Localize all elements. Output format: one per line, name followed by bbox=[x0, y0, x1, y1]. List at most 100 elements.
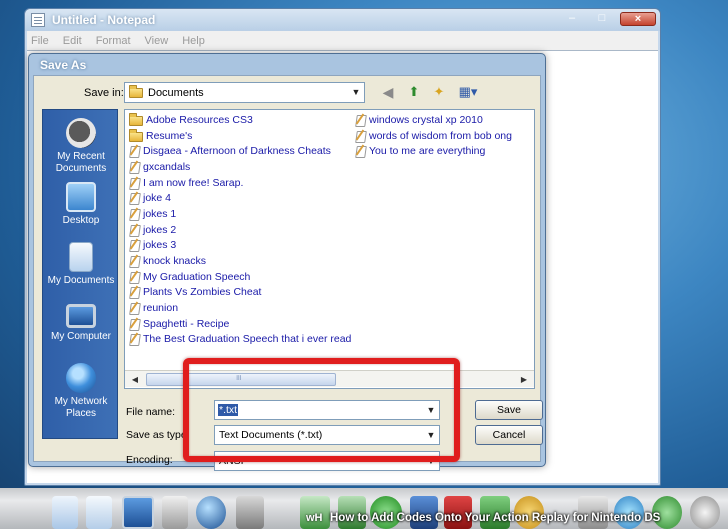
app-dock-icon[interactable] bbox=[690, 496, 720, 529]
file-name: You to me are everything bbox=[369, 145, 486, 158]
folder-icon bbox=[129, 113, 143, 127]
file-name: windows crystal xp 2010 bbox=[369, 113, 483, 126]
list-item[interactable]: jokes 3 bbox=[129, 238, 351, 254]
documents-dock-icon[interactable] bbox=[52, 496, 78, 529]
text-file-icon bbox=[129, 224, 140, 236]
file-name: jokes 3 bbox=[143, 239, 177, 252]
text-file-icon bbox=[129, 145, 140, 157]
list-item[interactable]: Disgaea - Afternoon of Darkness Cheats bbox=[129, 143, 351, 159]
text-file-icon bbox=[129, 286, 140, 298]
place-my-recent-documents[interactable]: My Recent Documents bbox=[43, 118, 119, 175]
file-name: reunion bbox=[143, 302, 179, 315]
list-item[interactable]: jokes 1 bbox=[129, 206, 351, 222]
file-name: Adobe Resources CS3 bbox=[146, 113, 253, 126]
menu-help[interactable]: Help bbox=[182, 35, 205, 47]
list-item[interactable]: joke 4 bbox=[129, 190, 351, 206]
chevron-down-icon[interactable]: ▼ bbox=[348, 83, 364, 102]
article-caption: How to Add Codes Onto Your Action Replay… bbox=[330, 512, 661, 524]
file-name: The Best Graduation Speech that i ever r… bbox=[143, 333, 352, 346]
place-label: My Recent Documents bbox=[55, 151, 107, 174]
globe-dock-icon[interactable] bbox=[196, 496, 226, 529]
text-file-icon bbox=[129, 271, 140, 283]
place-label: My Network Places bbox=[54, 396, 108, 419]
highlight-box bbox=[183, 358, 460, 462]
save-button[interactable]: Save bbox=[475, 400, 543, 420]
text-file-icon bbox=[129, 192, 140, 204]
minimize-button[interactable]: – bbox=[560, 12, 584, 26]
maximize-button[interactable]: □ bbox=[590, 12, 614, 26]
list-item[interactable]: words of wisdom from bob ong bbox=[355, 128, 512, 144]
view-menu-icon[interactable]: ▦▾ bbox=[456, 83, 480, 101]
place-desktop[interactable]: Desktop bbox=[43, 182, 119, 227]
dialog-title: Save As bbox=[40, 58, 87, 72]
list-item[interactable]: My Graduation Speech bbox=[129, 269, 351, 285]
file-name: knock knacks bbox=[143, 255, 207, 268]
list-item[interactable]: knock knacks bbox=[129, 253, 351, 269]
menu-bar: File Edit Format View Help bbox=[27, 31, 658, 50]
notepad-icon bbox=[31, 13, 45, 27]
menu-format[interactable]: Format bbox=[96, 35, 131, 47]
network-places-icon bbox=[66, 363, 96, 393]
back-icon[interactable]: ◀ bbox=[380, 83, 396, 101]
file-name: Plants Vs Zombies Cheat bbox=[143, 286, 262, 299]
text-file-icon bbox=[129, 239, 140, 251]
file-name: gxcandals bbox=[143, 160, 191, 173]
place-my-computer[interactable]: My Computer bbox=[43, 304, 119, 343]
list-item[interactable]: I am now free! Sarap. bbox=[129, 175, 351, 191]
file-list[interactable]: Adobe Resources CS3 Resume's Disgaea - Aft… bbox=[124, 109, 535, 389]
my-computer-icon bbox=[66, 304, 96, 328]
text-file-icon bbox=[129, 333, 140, 345]
list-item[interactable]: The Best Graduation Speech that i ever r… bbox=[129, 332, 351, 348]
new-folder-icon[interactable]: ✦ bbox=[430, 83, 448, 101]
close-button[interactable]: × bbox=[620, 12, 656, 26]
tools-dock-icon[interactable] bbox=[236, 496, 264, 529]
list-item[interactable]: windows crystal xp 2010 bbox=[355, 112, 512, 128]
place-label: My Documents bbox=[47, 275, 115, 286]
text-file-icon bbox=[129, 161, 140, 173]
list-item[interactable]: jokes 2 bbox=[129, 222, 351, 238]
folder-icon bbox=[129, 84, 143, 98]
computer-dock-icon[interactable] bbox=[122, 496, 154, 529]
file-name: Spaghetti - Recipe bbox=[143, 317, 230, 330]
trash-dock-icon[interactable] bbox=[162, 496, 188, 529]
text-file-icon bbox=[355, 114, 366, 126]
file-name: My Graduation Speech bbox=[143, 270, 251, 283]
list-item[interactable]: Adobe Resources CS3 bbox=[129, 112, 351, 128]
menu-edit[interactable]: Edit bbox=[63, 35, 82, 47]
up-folder-icon[interactable]: ⬆ bbox=[406, 83, 422, 101]
text-file-icon bbox=[129, 318, 140, 330]
list-item[interactable]: reunion bbox=[129, 300, 351, 316]
save-in-value: Documents bbox=[148, 86, 204, 99]
scroll-right-icon[interactable]: ▶ bbox=[517, 373, 531, 386]
folder-dock-icon[interactable] bbox=[86, 496, 112, 529]
list-item[interactable]: Spaghetti - Recipe bbox=[129, 316, 351, 332]
cancel-button[interactable]: Cancel bbox=[475, 425, 543, 445]
file-column-2: windows crystal xp 2010 words of wisdom f… bbox=[355, 112, 512, 159]
list-item[interactable]: gxcandals bbox=[129, 159, 351, 175]
text-file-icon bbox=[129, 255, 140, 267]
list-item[interactable]: Plants Vs Zombies Cheat bbox=[129, 285, 351, 301]
text-file-icon bbox=[355, 130, 366, 142]
notepad-titlebar[interactable]: Untitled - Notepad – □ × bbox=[25, 9, 660, 31]
file-name-label: File name: bbox=[126, 406, 176, 418]
file-name: joke 4 bbox=[143, 192, 172, 205]
list-item[interactable]: You to me are everything bbox=[355, 143, 512, 159]
menu-file[interactable]: File bbox=[31, 35, 49, 47]
text-file-icon bbox=[129, 177, 140, 189]
scroll-left-icon[interactable]: ◀ bbox=[128, 373, 142, 386]
place-label: My Computer bbox=[50, 331, 111, 342]
place-my-network-places[interactable]: My Network Places bbox=[43, 363, 119, 420]
list-item[interactable]: Resume's bbox=[129, 128, 351, 144]
place-label: Desktop bbox=[62, 215, 100, 226]
notepad-title: Untitled - Notepad bbox=[52, 13, 156, 27]
file-name: words of wisdom from bob ong bbox=[369, 129, 512, 142]
file-name: jokes 1 bbox=[143, 207, 177, 220]
file-name: I am now free! Sarap. bbox=[143, 176, 244, 189]
file-column-1: Adobe Resources CS3 Resume's Disgaea - Aft… bbox=[129, 112, 351, 347]
place-my-documents[interactable]: My Documents bbox=[43, 242, 119, 287]
file-name: Resume's bbox=[146, 129, 193, 142]
recent-documents-icon bbox=[66, 118, 96, 148]
save-in-label: Save in: bbox=[84, 87, 124, 99]
menu-view[interactable]: View bbox=[145, 35, 169, 47]
save-in-dropdown[interactable]: Documents ▼ bbox=[124, 82, 365, 103]
